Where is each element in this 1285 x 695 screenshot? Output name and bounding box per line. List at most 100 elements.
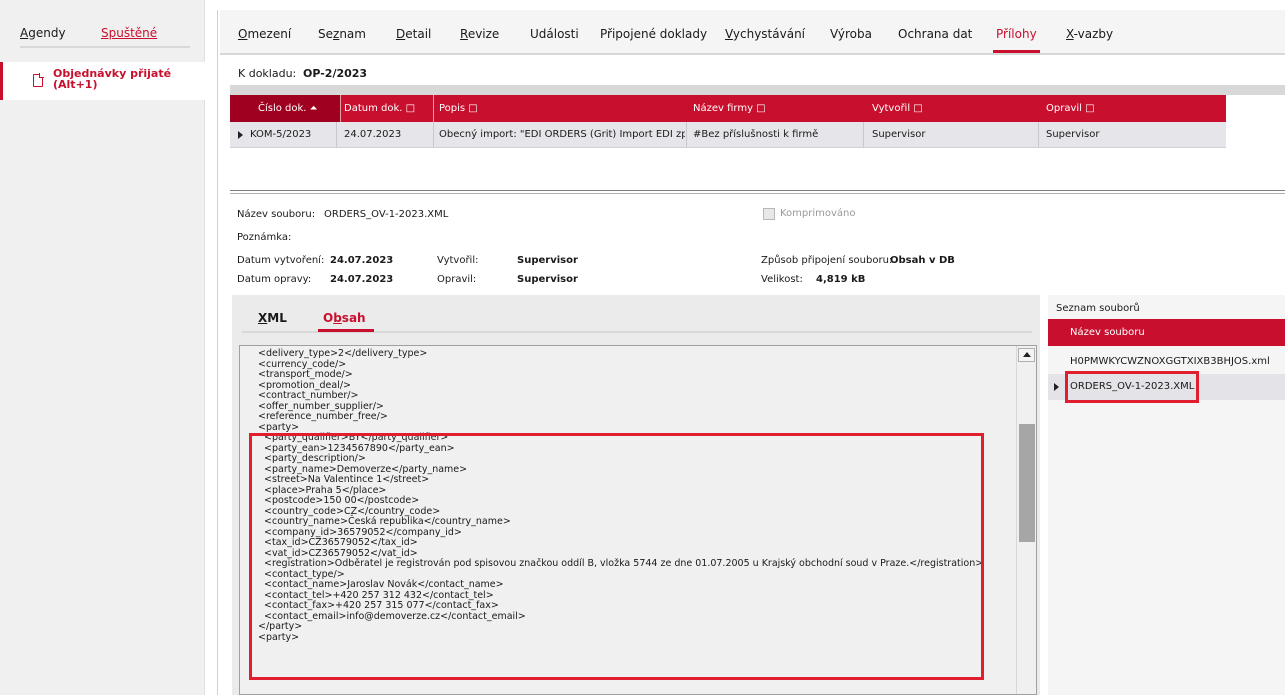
modifier-value: Supervisor bbox=[517, 274, 578, 285]
creator-value: Supervisor bbox=[517, 255, 578, 266]
cell-nazev-firmy: #Bez příslušnosti k firmě bbox=[693, 129, 819, 140]
row-pointer-icon bbox=[238, 131, 243, 139]
tab-detail-rest: etail bbox=[405, 27, 432, 41]
tab-seznam-rest: nam bbox=[339, 27, 366, 41]
module-tabs: Omezení Seznam Detail Revize Události Př… bbox=[220, 10, 1285, 55]
grid-header: Číslo dok. ⏶ Datum dok. □ Popis □ Název … bbox=[230, 95, 1226, 122]
tab-agendy[interactable]: Agendy bbox=[20, 26, 66, 40]
tab-seznam[interactable]: Seznam bbox=[318, 27, 366, 41]
files-title: Seznam souborů bbox=[1056, 303, 1140, 314]
tab-omezeni[interactable]: Omezení bbox=[238, 27, 291, 41]
grid-splitter[interactable] bbox=[230, 190, 1285, 194]
tab-detail[interactable]: Detail bbox=[396, 27, 431, 41]
filename-value: ORDERS_OV-1-2023.XML bbox=[324, 209, 449, 220]
xml-line: <currency_code/> bbox=[258, 358, 347, 370]
cell-cislo-dok: KOM-5/2023 bbox=[250, 129, 312, 140]
tab-vychystavani-rest: ychystávání bbox=[732, 27, 806, 41]
column-divider bbox=[340, 95, 341, 122]
xml-line: <reference_number_free/> bbox=[258, 411, 388, 422]
created-value: 24.07.2023 bbox=[330, 255, 394, 266]
tab-revize-accel: R bbox=[460, 27, 468, 41]
tab-obsah[interactable]: Obsah bbox=[323, 311, 366, 325]
column-datum-dok[interactable]: Datum dok. □ bbox=[344, 103, 415, 114]
active-tab-indicator bbox=[318, 329, 374, 332]
cell-vytvoril: Supervisor bbox=[872, 129, 926, 140]
compressed-label: Komprimováno bbox=[780, 208, 856, 219]
files-column-header[interactable]: Název souboru bbox=[1048, 319, 1285, 346]
column-cislo-dok[interactable]: Číslo dok. ⏶ bbox=[230, 95, 340, 122]
cell-divider bbox=[1038, 122, 1039, 148]
table-row[interactable]: KOM-5/2023 24.07.2023 Obecný import: "ED… bbox=[230, 122, 1226, 148]
cell-datum-dok: 24.07.2023 bbox=[344, 129, 402, 140]
size-label: Velikost: bbox=[761, 274, 803, 285]
xml-line: <transport_mode/> bbox=[258, 369, 353, 380]
column-divider bbox=[433, 95, 434, 122]
cell-popis: Obecný import: "EDI ORDERS (Grit) Import… bbox=[439, 129, 685, 140]
tab-ochrana-dat[interactable]: Ochrana dat bbox=[898, 27, 972, 41]
tab-vychystavani[interactable]: Vychystávání bbox=[725, 27, 805, 41]
tab-revize-rest: evize bbox=[467, 27, 500, 41]
tab-udalosti[interactable]: Události bbox=[530, 27, 579, 41]
grid-toolbar bbox=[230, 85, 1285, 95]
modified-label: Datum opravy: bbox=[237, 274, 312, 285]
tab-x-vazby-accel: X bbox=[1066, 27, 1074, 41]
vertical-scrollbar[interactable] bbox=[1016, 346, 1036, 694]
sidebar-tabs: Agendy Spuštěné bbox=[20, 26, 190, 48]
tab-omezeni-rest: mezení bbox=[247, 27, 292, 41]
modified-value: 24.07.2023 bbox=[330, 274, 394, 285]
cell-divider bbox=[336, 122, 337, 148]
modifier-label: Opravil: bbox=[437, 274, 477, 285]
column-nazev-firmy[interactable]: Název firmy □ bbox=[693, 103, 766, 114]
tab-pripojene-doklady[interactable]: Připojené doklady bbox=[600, 27, 707, 41]
tab-vyroba[interactable]: Výroba bbox=[830, 27, 872, 41]
tab-x-vazby[interactable]: X-vazby bbox=[1066, 27, 1113, 41]
content-tabs: XML Obsah bbox=[242, 305, 1032, 333]
files-panel: Seznam souborů Název souboru H0PMWKYCWZN… bbox=[1048, 295, 1285, 695]
sidebar-item-objednavky-prijate[interactable]: Objednávky přijaté (Alt+1) bbox=[0, 62, 205, 100]
scrollbar-thumb[interactable] bbox=[1019, 424, 1035, 542]
creator-label: Vytvořil: bbox=[437, 255, 479, 266]
attach-method-value: Obsah v DB bbox=[890, 255, 955, 266]
scroll-up-arrow-icon[interactable] bbox=[1018, 348, 1035, 362]
tab-xml-rest: ML bbox=[267, 311, 287, 325]
splitter[interactable] bbox=[217, 10, 218, 695]
tab-obsah-rest: sah bbox=[341, 311, 366, 325]
tab-agendy-rest: gendy bbox=[28, 26, 66, 40]
party-highlight-box bbox=[249, 433, 984, 680]
doc-label: K dokladu: bbox=[238, 67, 297, 80]
cell-divider bbox=[863, 122, 864, 148]
cell-divider bbox=[433, 122, 434, 148]
created-label: Datum vytvoření: bbox=[237, 255, 325, 266]
xml-line: <contract_number/> bbox=[258, 390, 359, 401]
tab-xml-accel: X bbox=[258, 311, 268, 325]
note-label: Poznámka: bbox=[237, 232, 292, 243]
tab-detail-accel: D bbox=[396, 27, 406, 41]
tab-vychystavani-accel: V bbox=[725, 27, 733, 41]
doc-value: OP-2/2023 bbox=[303, 67, 368, 80]
sidebar-item-label: Objednávky přijaté (Alt+1) bbox=[53, 67, 172, 91]
file-highlight-box bbox=[1065, 371, 1199, 403]
row-pointer-icon bbox=[1054, 383, 1059, 391]
agenda-sidebar: Agendy Spuštěné Objednávky přijaté (Alt+… bbox=[0, 0, 205, 695]
column-popis[interactable]: Popis □ bbox=[439, 103, 478, 114]
xml-line: <promotion_deal/> bbox=[258, 379, 352, 391]
attach-method-label: Způsob připojení souboru: bbox=[761, 255, 893, 266]
column-opravil[interactable]: Opravil □ bbox=[1046, 103, 1095, 114]
tab-xml[interactable]: XML bbox=[258, 311, 287, 325]
size-value: 4,819 kB bbox=[816, 274, 866, 285]
cell-divider bbox=[686, 122, 687, 148]
filename-label: Název souboru: bbox=[237, 209, 316, 220]
tab-obsah-pre: O bbox=[323, 311, 334, 325]
compressed-checkbox[interactable] bbox=[763, 208, 775, 220]
tab-revize[interactable]: Revize bbox=[460, 27, 499, 41]
tab-prilohy[interactable]: Přílohy bbox=[996, 27, 1037, 41]
document-icon bbox=[33, 73, 44, 87]
tab-spustene[interactable]: Spuštěné bbox=[101, 26, 157, 40]
tab-obsah-accel: b bbox=[333, 311, 342, 325]
column-vytvoril[interactable]: Vytvořil □ bbox=[872, 103, 923, 114]
cell-opravil: Supervisor bbox=[1046, 129, 1100, 140]
xml-line: <delivery_type>2</delivery_type> bbox=[258, 348, 428, 359]
tab-agendy-accel: A bbox=[20, 26, 29, 40]
tab-x-vazby-rest: -vazby bbox=[1073, 27, 1114, 41]
active-tab-indicator bbox=[993, 50, 1040, 53]
